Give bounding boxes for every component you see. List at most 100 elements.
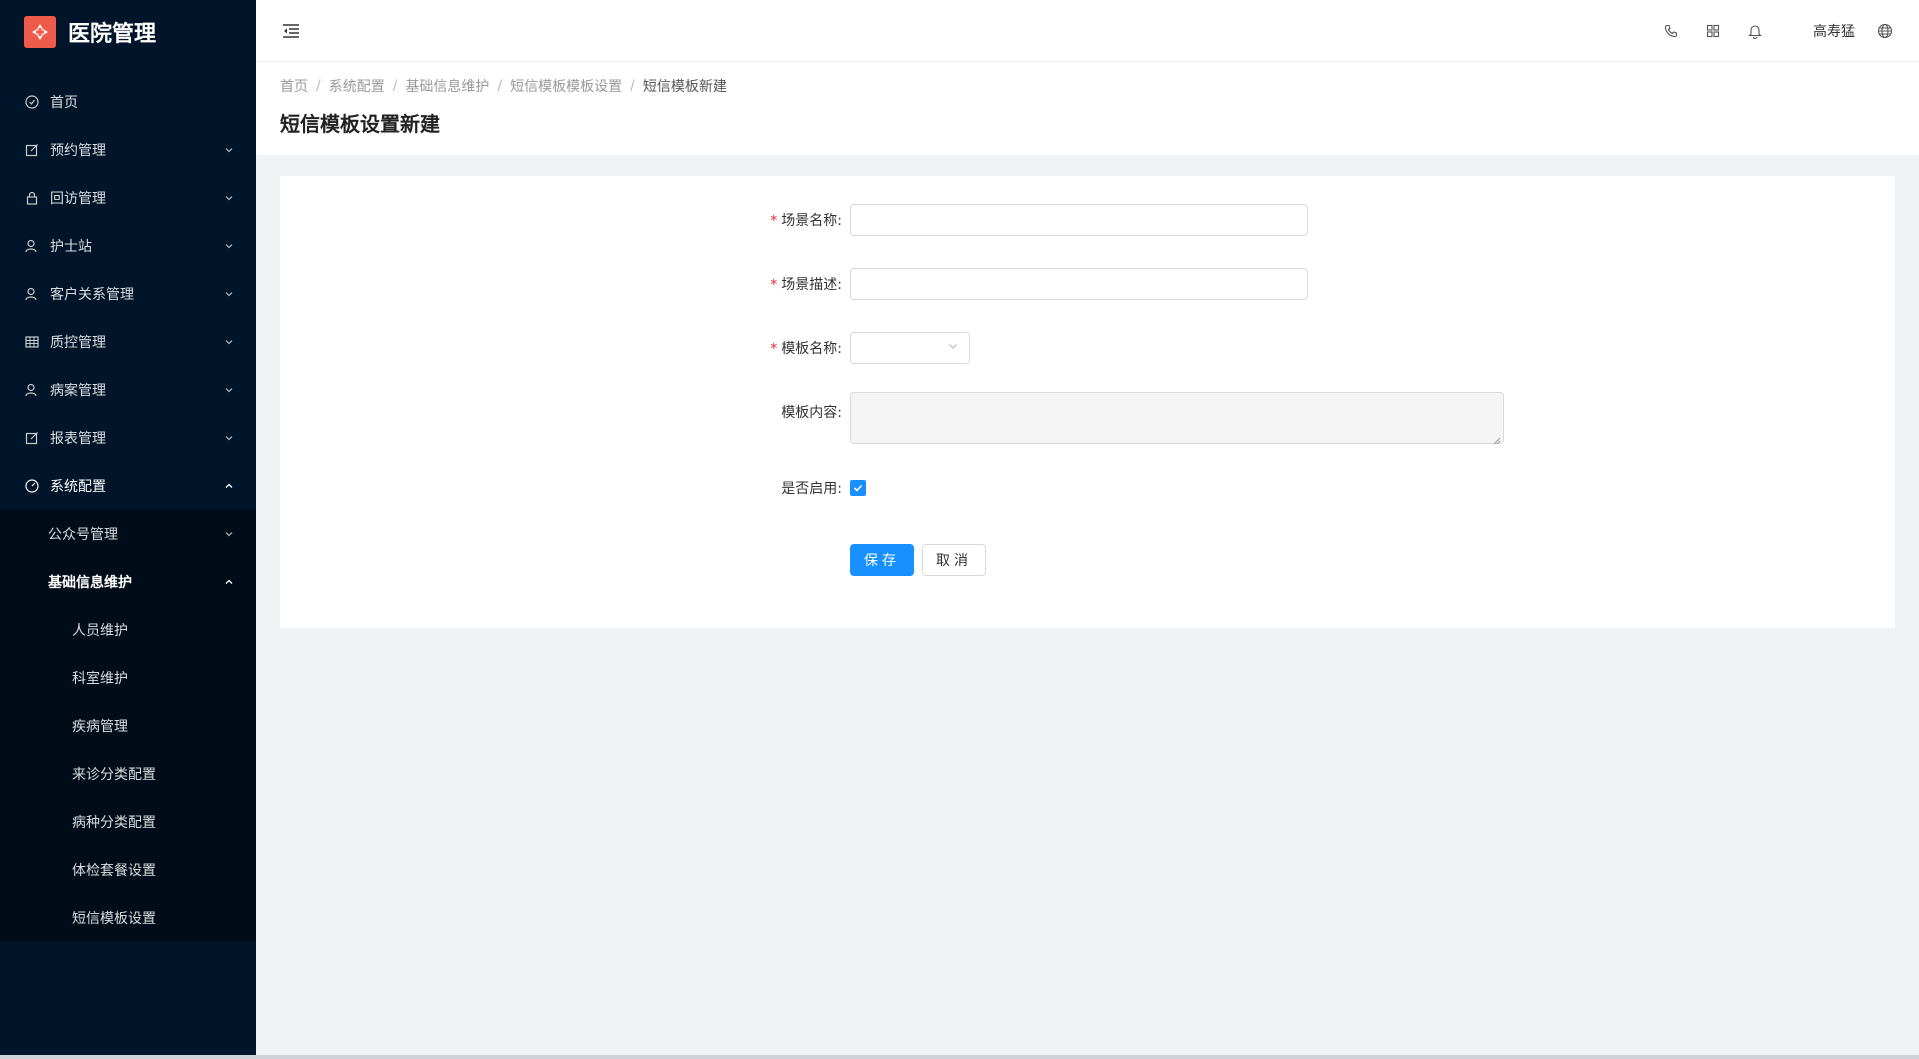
template-name-select[interactable]: [850, 332, 970, 364]
breadcrumb-separator: /: [316, 78, 321, 94]
scene-desc-row: * 场景描述:: [720, 268, 1308, 300]
sidebar-item-label: 人员维护: [72, 623, 128, 639]
sidebar-item-crm[interactable]: 客户关系管理: [0, 270, 256, 318]
scene-desc-input[interactable]: [850, 268, 1308, 300]
cancel-button[interactable]: 取消: [922, 544, 986, 576]
breadcrumb-separator: /: [630, 78, 635, 94]
edit-icon: [24, 142, 40, 158]
sidebar-item-checkup-package[interactable]: 体检套餐设置: [0, 846, 256, 894]
user-icon: [24, 238, 40, 254]
sidebar-item-label: 来诊分类配置: [72, 767, 156, 783]
sidebar-item-label: 疾病管理: [72, 719, 128, 735]
sidebar-item-reports[interactable]: 报表管理: [0, 414, 256, 462]
main-area: 高寿猛 首页 / 系统配置 / 基础信息维护 / 短信模板模板设置 / 短信模板…: [256, 0, 1919, 1059]
label-text: 场景名称:: [781, 213, 842, 229]
sidebar-item-label: 体检套餐设置: [72, 863, 156, 879]
basic-info-submenu: 人员维护 科室维护 疾病管理 来诊分类配置 病种分类配置 体检套餐设置 短信模板…: [0, 606, 256, 942]
dashboard-icon: [24, 478, 40, 494]
sidebar-item-label: 病种分类配置: [72, 815, 156, 831]
required-mark: *: [770, 341, 778, 357]
breadcrumb-system-config[interactable]: 系统配置: [329, 76, 385, 96]
sidebar-item-wechat[interactable]: 公众号管理: [0, 510, 256, 558]
sidebar-item-label: 回访管理: [50, 191, 106, 207]
chevron-up-icon: [222, 575, 236, 589]
enabled-row: 是否启用:: [720, 478, 866, 498]
scene-desc-label: * 场景描述:: [720, 274, 850, 294]
sidebar-item-visit-category[interactable]: 来诊分类配置: [0, 750, 256, 798]
bell-icon[interactable]: [1745, 21, 1765, 41]
phone-icon[interactable]: [1661, 21, 1681, 41]
label-text: 是否启用:: [781, 481, 842, 497]
scene-name-row: * 场景名称:: [720, 204, 1308, 236]
breadcrumb-basic-info[interactable]: 基础信息维护: [405, 76, 489, 96]
sidebar-item-disease[interactable]: 疾病管理: [0, 702, 256, 750]
hospital-logo-icon: [24, 16, 56, 48]
sidebar-item-followup[interactable]: 回访管理: [0, 174, 256, 222]
sidebar-item-department[interactable]: 科室维护: [0, 654, 256, 702]
menu-fold-icon[interactable]: [280, 20, 302, 42]
form-card: * 场景名称: * 场景描述: * 模板名称: 模板内容: 是否启用: 保存 取…: [280, 176, 1895, 628]
chevron-down-icon: [222, 383, 236, 397]
sidebar-item-system-config[interactable]: 系统配置: [0, 462, 256, 510]
breadcrumb-sms-template-settings[interactable]: 短信模板模板设置: [510, 76, 622, 96]
logo-bar: 医院管理: [0, 0, 256, 64]
breadcrumb-home[interactable]: 首页: [280, 76, 308, 96]
scene-name-label: * 场景名称:: [720, 210, 850, 230]
sidebar-item-quality[interactable]: 质控管理: [0, 318, 256, 366]
chevron-down-icon: [222, 287, 236, 301]
globe-icon[interactable]: [1875, 21, 1895, 41]
sidebar-item-label: 系统配置: [50, 479, 106, 495]
template-content-row: 模板内容:: [720, 392, 1504, 445]
sidebar-item-basic-info[interactable]: 基础信息维护: [0, 558, 256, 606]
label-text: 模板名称:: [781, 341, 842, 357]
breadcrumb: 首页 / 系统配置 / 基础信息维护 / 短信模板模板设置 / 短信模板新建: [280, 76, 1895, 96]
enabled-label: 是否启用:: [720, 478, 850, 498]
resize-grip-icon[interactable]: [1493, 433, 1501, 445]
required-mark: *: [770, 213, 778, 229]
edit-icon: [24, 430, 40, 446]
sidebar-item-label: 质控管理: [50, 335, 106, 351]
top-header: 高寿猛: [256, 0, 1919, 62]
chevron-down-icon: [222, 335, 236, 349]
breadcrumb-current: 短信模板新建: [642, 79, 727, 95]
label-text: 模板内容:: [781, 405, 842, 421]
chevron-down-icon: [947, 340, 959, 356]
label-text: 场景描述:: [781, 277, 842, 293]
user-name[interactable]: 高寿猛: [1813, 21, 1855, 41]
save-button[interactable]: 保存: [850, 544, 914, 576]
apps-icon[interactable]: [1703, 21, 1723, 41]
template-name-row: * 模板名称:: [720, 332, 970, 364]
sidebar-item-appointment[interactable]: 预约管理: [0, 126, 256, 174]
chevron-down-icon: [222, 239, 236, 253]
template-content-textarea[interactable]: [850, 392, 1504, 445]
chevron-down-icon: [222, 191, 236, 205]
page-header: 首页 / 系统配置 / 基础信息维护 / 短信模板模板设置 / 短信模板新建 短…: [256, 62, 1919, 155]
sidebar-item-staff[interactable]: 人员维护: [0, 606, 256, 654]
breadcrumb-separator: /: [392, 78, 398, 94]
form-actions: 保存 取消: [850, 544, 986, 576]
lock-icon: [24, 190, 40, 206]
chevron-down-icon: [222, 431, 236, 445]
breadcrumb-separator: /: [497, 78, 503, 94]
sidebar-menu: 首页 预约管理 回访管理 护士站 客户关系管理 质控管理 病案管理 报表管理 系…: [0, 78, 256, 942]
template-name-label: * 模板名称:: [720, 338, 850, 358]
sidebar-item-home[interactable]: 首页: [0, 78, 256, 126]
sidebar-item-label: 首页: [50, 95, 78, 111]
sidebar-item-sms-template[interactable]: 短信模板设置: [0, 894, 256, 942]
sidebar-item-label: 公众号管理: [48, 527, 118, 543]
sidebar-item-nurse-station[interactable]: 护士站: [0, 222, 256, 270]
sidebar-item-label: 护士站: [50, 239, 92, 255]
sidebar-item-medical-records[interactable]: 病案管理: [0, 366, 256, 414]
chevron-up-icon: [222, 479, 236, 493]
user-icon: [24, 286, 40, 302]
sidebar-item-label: 基础信息维护: [48, 575, 132, 591]
sidebar-item-label: 预约管理: [50, 143, 106, 159]
sidebar-item-disease-category[interactable]: 病种分类配置: [0, 798, 256, 846]
window-bottom-bar: [0, 1055, 1919, 1059]
enabled-checkbox[interactable]: [850, 480, 866, 496]
sidebar-item-label: 短信模板设置: [72, 911, 156, 927]
scene-name-input[interactable]: [850, 204, 1308, 236]
sidebar-item-label: 病案管理: [50, 383, 106, 399]
sidebar: 医院管理 首页 预约管理 回访管理 护士站 客户关系管理 质控管理 病案管理 报…: [0, 0, 256, 1059]
chevron-down-icon: [222, 527, 236, 541]
